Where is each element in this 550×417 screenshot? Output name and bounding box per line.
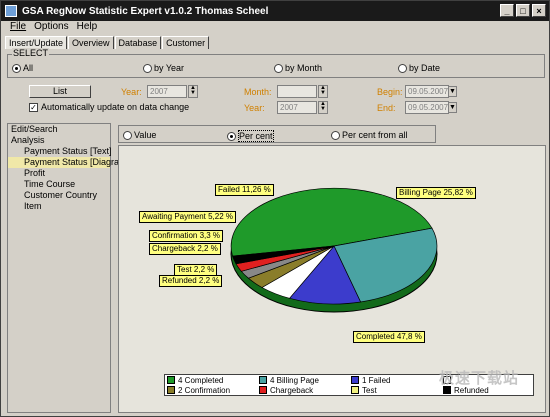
menu-file[interactable]: File <box>9 21 27 35</box>
begin-dropdown-icon[interactable]: ▼ <box>448 86 457 97</box>
radio-per-cent-indicator <box>227 131 236 141</box>
legend-label: Chargeback <box>270 385 314 395</box>
tab-customer[interactable]: Customer <box>162 36 210 49</box>
tree-item-item[interactable]: Item <box>8 201 110 212</box>
tree-item-payment-diagram[interactable]: Payment Status [Diagram] <box>8 157 129 168</box>
end-date-field[interactable]: 09.05.2007 <box>405 101 449 114</box>
year2-label: Year: <box>244 103 265 113</box>
legend-item: 4 Completed <box>167 375 259 385</box>
menu-bar: File Options Help <box>1 21 98 35</box>
callout-confirmation: Confirmation 3,3 % <box>149 230 224 242</box>
legend-item: Chargeback <box>259 385 351 395</box>
radio-all-label: All <box>23 63 34 73</box>
radio-per-cent[interactable]: Per cent <box>227 130 274 142</box>
tree-item-analysis[interactable]: Analysis <box>8 135 110 146</box>
radio-value[interactable]: Value <box>123 130 156 140</box>
radio-by-date-label: by Date <box>409 63 441 73</box>
auto-update-check-indicator: ✓ <box>29 102 38 112</box>
legend-label: 4 Completed <box>178 375 224 385</box>
radio-value-label: Value <box>134 130 157 140</box>
legend-item: 1 Failed <box>351 375 443 385</box>
app-icon <box>5 5 17 17</box>
radio-value-indicator <box>123 130 132 140</box>
watermark: 极速下载站 <box>438 370 519 387</box>
legend-label: 4 Billing Page <box>270 375 319 385</box>
legend-swatch <box>259 386 267 394</box>
year-field[interactable]: 2007 <box>147 85 187 98</box>
tab-overview[interactable]: Overview <box>68 36 114 49</box>
radio-by-month[interactable]: by Month <box>274 63 322 73</box>
radio-by-year-label: by Year <box>154 63 185 73</box>
tree-item-customer-country[interactable]: Customer Country <box>8 190 110 201</box>
radio-all[interactable]: All <box>12 63 33 73</box>
radio-by-month-label: by Month <box>285 63 323 73</box>
legend-swatch <box>167 376 175 384</box>
legend-swatch <box>167 386 175 394</box>
callout-completed: Completed 47,8 % <box>353 331 425 343</box>
tab-database[interactable]: Database <box>114 36 162 49</box>
year-label: Year: <box>121 87 142 97</box>
maximize-button[interactable]: □ <box>516 4 530 17</box>
legend-swatch <box>259 376 267 384</box>
legend-label: Test <box>362 385 377 395</box>
legend-label: 2 Confirmation <box>178 385 231 395</box>
year2-field[interactable]: 2007 <box>277 101 317 114</box>
callout-chargeback: Chargeback 2,2 % <box>149 243 221 255</box>
close-button[interactable]: × <box>532 4 546 17</box>
menu-help[interactable]: Help <box>76 21 99 35</box>
legend-label: 1 Failed <box>362 375 391 385</box>
radio-per-cent-all-label: Per cent from all <box>342 130 408 140</box>
view-mode-group: Value Per cent Per cent from all <box>118 125 436 143</box>
end-dropdown-icon[interactable]: ▼ <box>448 102 457 113</box>
year-spinner[interactable]: ▲ ▼ <box>188 85 198 98</box>
tree-item-time-course[interactable]: Time Course <box>8 179 110 190</box>
radio-by-date[interactable]: by Date <box>398 63 440 73</box>
minimize-button[interactable]: _ <box>500 4 514 17</box>
begin-label: Begin: <box>377 87 403 97</box>
radio-all-indicator <box>12 63 21 73</box>
callout-billing-page: Billing Page 25,82 % <box>396 187 476 199</box>
radio-per-cent-label: Per cent <box>238 130 274 142</box>
callout-failed: Failed 11,26 % <box>215 184 274 196</box>
menu-options[interactable]: Options <box>33 21 69 35</box>
radio-per-cent-all-indicator <box>331 130 340 140</box>
tree-item-profit[interactable]: Profit <box>8 168 110 179</box>
pie-chart <box>230 187 438 313</box>
callout-awaiting-payment: Awaiting Payment 5,22 % <box>139 211 237 223</box>
callout-refunded: Refunded 2,2 % <box>159 275 223 287</box>
select-group: SELECT All by Year by Month by Date <box>7 48 545 78</box>
radio-by-month-indicator <box>274 63 283 73</box>
end-label: End: <box>377 103 396 113</box>
auto-update-label: Automatically update on data change <box>41 102 190 112</box>
radio-by-date-indicator <box>398 63 407 73</box>
month-field[interactable] <box>277 85 317 98</box>
year2-spinner[interactable]: ▲ ▼ <box>318 101 328 114</box>
title-bar: GSA RegNow Statistic Expert v1.0.2 Thoma… <box>1 1 549 21</box>
tree-item-payment-text[interactable]: Payment Status [Text] <box>8 146 112 157</box>
auto-update-checkbox[interactable]: ✓ Automatically update on data change <box>29 102 189 112</box>
app-window: GSA RegNow Statistic Expert v1.0.2 Thoma… <box>0 0 550 417</box>
select-legend: SELECT <box>12 48 50 58</box>
legend-item: 4 Billing Page <box>259 375 351 385</box>
month-spinner[interactable]: ▲ ▼ <box>318 85 328 98</box>
tree-item-edit-search[interactable]: Edit/Search <box>8 124 110 135</box>
radio-per-cent-all[interactable]: Per cent from all <box>331 130 408 140</box>
legend-swatch <box>351 386 359 394</box>
list-button[interactable]: List <box>29 85 91 98</box>
radio-by-year-indicator <box>143 63 152 73</box>
month-label: Month: <box>244 87 272 97</box>
legend-item: Test <box>351 385 443 395</box>
radio-by-year[interactable]: by Year <box>143 63 184 73</box>
navigation-tree: Edit/Search Analysis Payment Status [Tex… <box>7 123 129 413</box>
legend-swatch <box>351 376 359 384</box>
window-title: GSA RegNow Statistic Expert v1.0.2 Thoma… <box>22 5 269 17</box>
legend-item: 2 Confirmation <box>167 385 259 395</box>
begin-date-field[interactable]: 09.05.2007 <box>405 85 449 98</box>
